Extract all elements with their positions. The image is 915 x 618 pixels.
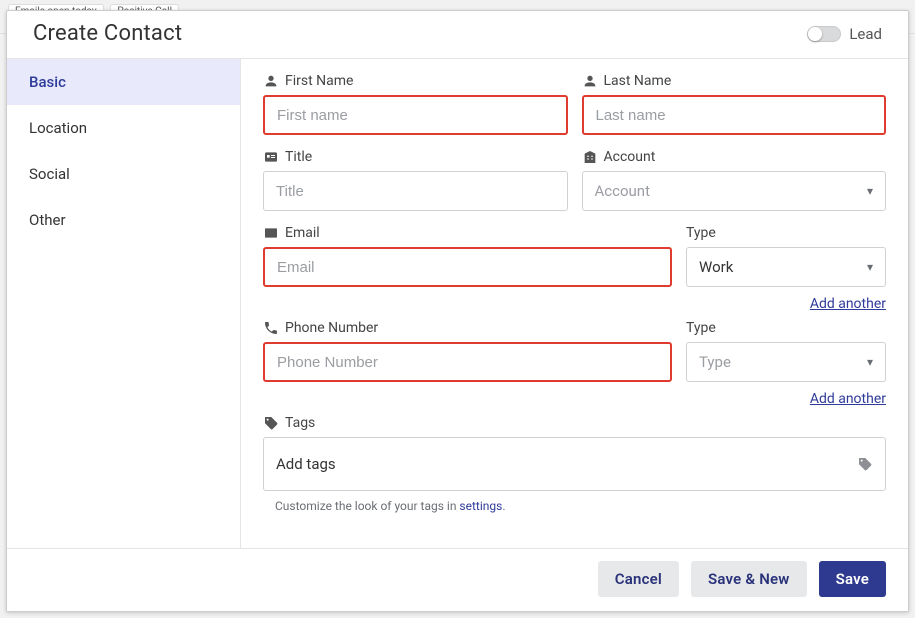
account-label: Account xyxy=(582,149,887,165)
modal-overlay: Create Contact Lead Basic Location Socia… xyxy=(0,0,915,618)
tab-other[interactable]: Other xyxy=(7,197,240,243)
tab-location[interactable]: Location xyxy=(7,105,240,151)
person-icon xyxy=(263,73,279,89)
lead-toggle-group: Lead xyxy=(807,25,882,43)
last-name-input[interactable] xyxy=(582,95,887,135)
tab-social[interactable]: Social xyxy=(7,151,240,197)
tag-icon xyxy=(263,415,279,431)
email-type-label: Type xyxy=(686,225,886,241)
create-contact-modal: Create Contact Lead Basic Location Socia… xyxy=(6,10,909,612)
lead-toggle-label: Lead xyxy=(849,25,882,43)
email-label: Email xyxy=(263,225,672,241)
phone-label: Phone Number xyxy=(263,320,672,336)
add-another-email[interactable]: Add another xyxy=(810,296,886,312)
save-button[interactable]: Save xyxy=(819,561,886,597)
lead-toggle[interactable] xyxy=(807,26,841,42)
email-input[interactable] xyxy=(263,247,672,287)
phone-type-label: Type xyxy=(686,320,886,336)
phone-input[interactable] xyxy=(263,342,672,382)
chevron-down-icon: ▾ xyxy=(867,184,873,198)
last-name-label: Last Name xyxy=(582,73,887,89)
tags-helper: Customize the look of your tags in setti… xyxy=(275,499,886,513)
title-input[interactable] xyxy=(263,171,568,211)
tab-basic[interactable]: Basic xyxy=(7,59,240,105)
add-another-phone[interactable]: Add another xyxy=(810,391,886,407)
mail-icon xyxy=(263,225,279,241)
modal-title: Create Contact xyxy=(33,21,182,46)
save-and-new-button[interactable]: Save & New xyxy=(691,561,807,597)
settings-link[interactable]: settings xyxy=(459,499,502,513)
cancel-button[interactable]: Cancel xyxy=(598,561,679,597)
person-icon xyxy=(582,73,598,89)
chevron-down-icon: ▾ xyxy=(867,260,873,274)
first-name-label: First Name xyxy=(263,73,568,89)
form-area: First Name Last Name xyxy=(241,59,908,548)
first-name-input[interactable] xyxy=(263,95,568,135)
modal-footer: Cancel Save & New Save xyxy=(7,548,908,611)
id-card-icon xyxy=(263,149,279,165)
modal-header: Create Contact Lead xyxy=(7,11,908,58)
tag-icon xyxy=(857,456,873,472)
phone-type-select[interactable]: Type ▾ xyxy=(686,342,886,382)
tags-input[interactable]: Add tags xyxy=(263,437,886,491)
email-type-select[interactable]: Work ▾ xyxy=(686,247,886,287)
phone-icon xyxy=(263,320,279,336)
building-icon xyxy=(582,149,598,165)
modal-sidebar: Basic Location Social Other xyxy=(7,59,241,548)
chevron-down-icon: ▾ xyxy=(867,355,873,369)
account-select[interactable]: Account ▾ xyxy=(582,171,887,211)
tags-label: Tags xyxy=(263,415,886,431)
title-label: Title xyxy=(263,149,568,165)
